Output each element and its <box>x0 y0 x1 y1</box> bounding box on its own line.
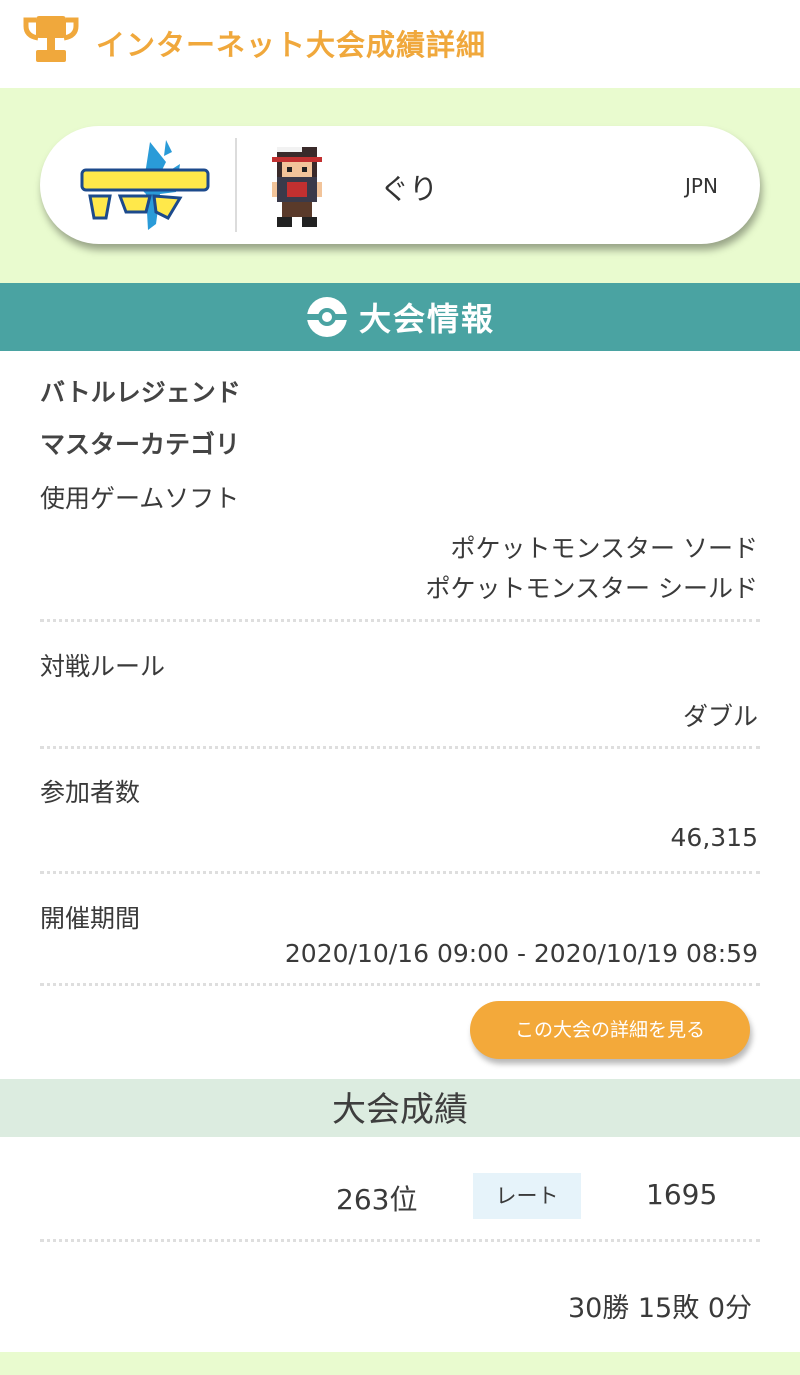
poke-ball-icon <box>306 297 347 337</box>
trophy-icon <box>23 16 79 62</box>
page: インターネット大会成績詳細 ぐり JPN 大会情報 バトルレジェンド マスターカ… <box>0 0 800 1375</box>
results-title: 大会成績 <box>332 1090 468 1130</box>
tournament-category: マスターカテゴリ <box>40 430 241 459</box>
rank-value: 263位 <box>336 1183 418 1216</box>
section-title: 大会情報 <box>358 300 495 338</box>
period-value: 2020/10/16 09:00 - 2020/10/19 08:59 <box>284 939 758 968</box>
rate-value: 1695 <box>646 1178 718 1211</box>
results-header: 大会成績 <box>0 1079 800 1137</box>
tournament-info-header: 大会情報 <box>0 283 800 351</box>
player-country: JPN <box>685 174 718 198</box>
game-software-value: ポケットモンスター シールド <box>425 574 758 603</box>
battle-rule-label: 対戦ルール <box>40 652 166 681</box>
divider <box>40 746 760 749</box>
trainer-avatar <box>272 147 322 227</box>
win-loss-record: 30勝 15敗 0分 <box>567 1293 752 1324</box>
battle-rule-value: ダブル <box>682 702 758 731</box>
tournament-name: バトルレジェンド <box>40 378 241 407</box>
player-card: ぐり JPN <box>40 126 760 244</box>
bottom-strip <box>0 1352 800 1375</box>
player-name: ぐり <box>380 172 439 206</box>
divider <box>40 619 760 622</box>
period-label: 開催期間 <box>40 904 141 933</box>
page-header: インターネット大会成績詳細 <box>0 0 800 88</box>
rate-badge: レート <box>473 1173 581 1219</box>
tournament-detail-button[interactable]: この大会の詳細を見る <box>470 1001 750 1059</box>
pokemon-sword-logo <box>80 140 210 230</box>
divider <box>40 871 760 874</box>
divider <box>40 983 760 986</box>
game-software-label: 使用ゲームソフト <box>40 484 240 513</box>
player-band: ぐり JPN <box>0 88 800 283</box>
page-title: インターネット大会成績詳細 <box>96 28 487 62</box>
participants-label: 参加者数 <box>40 778 141 807</box>
divider <box>40 1239 760 1242</box>
participants-value: 46,315 <box>670 823 758 852</box>
card-divider <box>235 138 237 232</box>
game-software-value: ポケットモンスター ソード <box>450 534 758 563</box>
